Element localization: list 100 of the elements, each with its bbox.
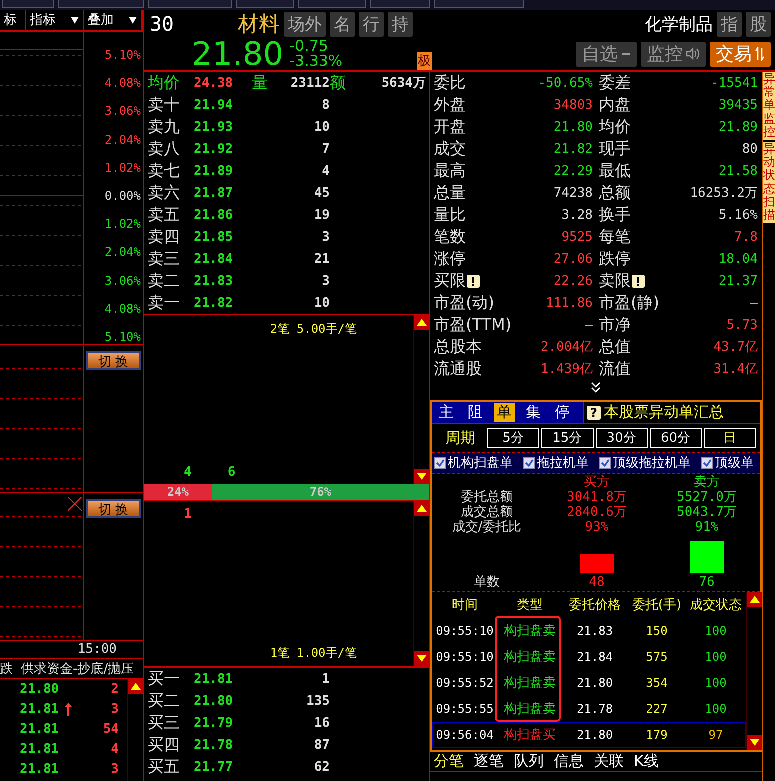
stat-value: 22.29 — [554, 164, 593, 178]
toolbar-dropdown[interactable]: 标 — [0, 10, 26, 30]
period-button[interactable]: 30分 — [596, 428, 648, 448]
filter-checkbox[interactable]: 顶级拖拉机单 — [599, 454, 691, 472]
bottom-tab[interactable]: 分笔 — [434, 752, 464, 771]
help-icon[interactable]: ? — [587, 406, 601, 420]
time-label: 15:00 — [78, 642, 117, 657]
scroll-up-button[interactable] — [128, 679, 143, 694]
stat-value: 21.89 — [718, 120, 758, 134]
bid-price: 21.77 — [194, 760, 234, 774]
ask-volume: 3 — [321, 274, 330, 288]
close-icon[interactable] — [68, 497, 82, 511]
percent-change: -3.33% — [290, 54, 343, 69]
bottom-tab[interactable]: 信息 — [554, 752, 584, 771]
filter-checkbox[interactable]: 拖拉机单 — [523, 454, 589, 472]
stat-value: 1.439亿 — [540, 361, 593, 378]
summary-value: 93% — [585, 520, 609, 535]
table-cell-text: 构扫盘买 — [503, 727, 557, 744]
ask-level-label: 卖二 — [148, 270, 181, 292]
scroll-down-button[interactable] — [414, 469, 429, 484]
stat-label: 量比 — [434, 204, 466, 226]
summary-value: 91% — [695, 520, 719, 535]
bottom-tab[interactable]: 队列 — [514, 752, 544, 771]
quote-button[interactable]: 持 — [388, 12, 414, 36]
stat-label: 委差 — [599, 72, 631, 94]
stat-value: 22.26 — [554, 274, 593, 288]
bid-level-label: 买四 — [148, 734, 181, 756]
bid-price: 21.80 — [194, 694, 234, 708]
scroll-down-button[interactable] — [414, 651, 429, 666]
ask-price: 21.83 — [194, 274, 234, 288]
quote-button[interactable]: 场外 — [284, 12, 326, 36]
checkbox[interactable] — [701, 457, 713, 469]
sector-button[interactable]: 股 — [746, 12, 771, 36]
ask-price: 21.85 — [194, 230, 234, 244]
bottom-tab[interactable]: 逐笔 — [474, 752, 504, 771]
ask-volume: 7 — [321, 142, 330, 156]
stat-label: 最高 — [434, 160, 466, 182]
stock-code: 30 — [150, 12, 174, 36]
ask-volume: 19 — [313, 208, 330, 222]
table-cell-text: 21.83 — [576, 624, 614, 638]
toolbar-dropdown[interactable]: 指标 — [26, 10, 84, 30]
side-tab[interactable]: 异动状态扫描 — [763, 142, 775, 224]
price-text: 21.81 — [20, 742, 60, 756]
switch-button[interactable]: 切 换 — [86, 351, 141, 370]
side-header: 卖方 — [694, 475, 720, 490]
table-cell-text: 354 — [645, 676, 669, 690]
bottom-tab[interactable]: 关联 — [594, 752, 624, 771]
count-text: 2 — [111, 682, 119, 696]
scroll-up-button[interactable] — [414, 501, 429, 516]
monitor-tab[interactable]: 集 — [523, 403, 544, 422]
bid-tick-note: 1笔 1.00手/笔 — [270, 645, 357, 662]
scroll-up-button[interactable] — [747, 592, 762, 607]
summary-label: 成交总额 — [461, 505, 513, 520]
count-text: 3 — [111, 702, 119, 716]
switch-button[interactable]: 切 换 — [86, 499, 141, 518]
filter-checkbox[interactable]: 顶级单 — [701, 454, 754, 472]
stat-value: 31.4亿 — [714, 361, 758, 378]
table-cell-text: 09:55:52 — [435, 676, 495, 690]
bid-level-label: 买二 — [148, 690, 181, 712]
toolbar-dropdown[interactable]: 叠加 — [84, 10, 142, 30]
scroll-up-button[interactable] — [414, 315, 429, 330]
quote-button[interactable]: 名 — [330, 12, 356, 36]
expand-chevron-icon[interactable] — [590, 382, 602, 394]
monitor-tab[interactable]: 单 — [494, 403, 515, 422]
summary-label: 委托总额 — [461, 490, 513, 505]
stat-label: 笔数 — [434, 226, 466, 248]
summary-value: 5634万 — [380, 75, 426, 92]
price-text: 21.81 — [20, 722, 60, 736]
quote-button[interactable]: 行 — [359, 12, 384, 36]
checkbox[interactable] — [599, 457, 611, 469]
sector-button[interactable]: 指 — [717, 12, 742, 36]
action-button[interactable]: 自选 — [576, 42, 637, 66]
checkmark-icon — [436, 458, 444, 468]
filter-checkbox[interactable]: 机构扫盘单 — [434, 454, 513, 472]
ask-volume: 10 — [313, 296, 330, 310]
period-button[interactable]: 5分 — [487, 428, 540, 448]
buy-ratio-bar: 24% — [144, 484, 212, 500]
monitor-tab[interactable]: 停 — [552, 403, 573, 422]
checkbox[interactable] — [523, 457, 535, 469]
ask-volume: 21 — [313, 252, 330, 266]
period-button[interactable]: 15分 — [541, 428, 594, 448]
ask-price: 21.92 — [194, 142, 234, 156]
axis-label: 3.06% — [104, 274, 141, 288]
table-cell-text: 100 — [704, 702, 728, 716]
stat-label: 买限 — [434, 270, 466, 292]
period-button[interactable]: 日 — [704, 428, 756, 448]
column-header: 委托(手) — [631, 597, 683, 614]
table-cell-text: 575 — [645, 650, 669, 664]
checkbox[interactable] — [434, 457, 446, 469]
side-tab[interactable]: 异常单监控 — [763, 72, 775, 140]
action-button[interactable]: 监控 — [641, 42, 706, 66]
stat-value: 21.37 — [718, 274, 758, 288]
monitor-tab[interactable]: 阻 — [465, 403, 486, 422]
stat-label: 最低 — [599, 160, 631, 182]
stat-value: 34803 — [554, 98, 593, 112]
period-button[interactable]: 60分 — [650, 428, 702, 448]
monitor-tab[interactable]: 主 — [436, 403, 457, 422]
bottom-tab[interactable]: K线 — [634, 752, 659, 771]
scroll-down-button[interactable] — [747, 735, 762, 750]
action-button[interactable]: 交易 — [710, 42, 771, 66]
